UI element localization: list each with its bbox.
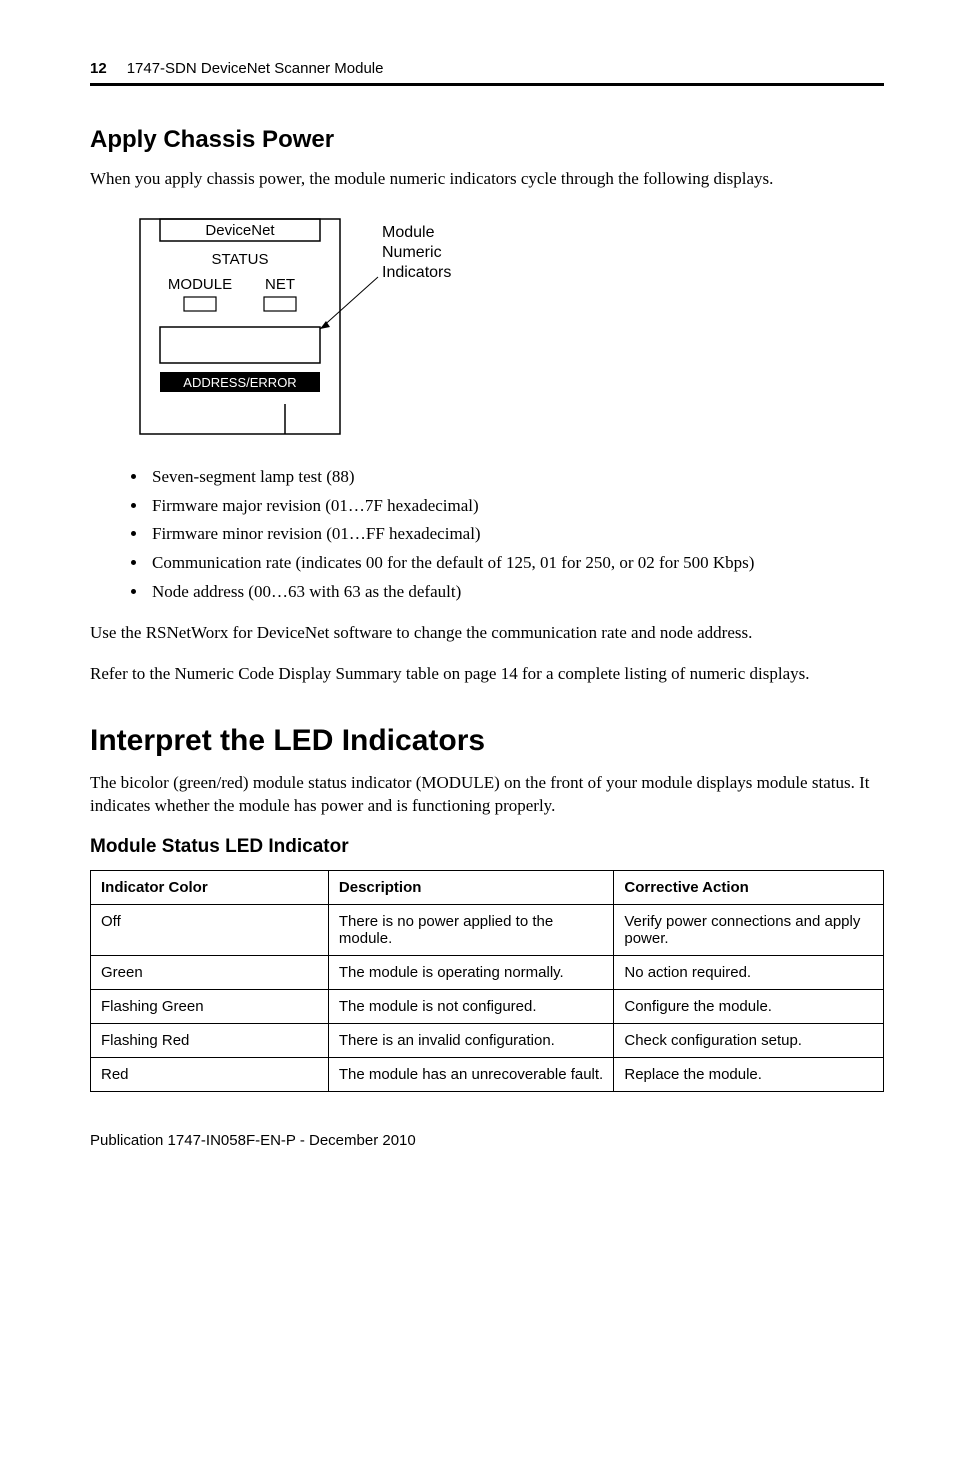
table-row: Green The module is operating normally. …	[91, 955, 884, 989]
page-header: 12 1747-SDN DeviceNet Scanner Module	[90, 60, 884, 77]
diagram-callout-line3: Indicators	[382, 264, 451, 281]
cell-action: Configure the module.	[614, 989, 884, 1023]
list-item: Seven-segment lamp test (88)	[148, 465, 884, 490]
table-heading-module-status: Module Status LED Indicator	[90, 836, 884, 858]
cell-desc: There is an invalid configuration.	[328, 1023, 613, 1057]
cell-color: Off	[91, 904, 329, 955]
cell-color: Green	[91, 955, 329, 989]
col-header-corrective-action: Corrective Action	[614, 870, 884, 904]
table-row: Red The module has an unrecoverable faul…	[91, 1057, 884, 1091]
cell-color: Flashing Red	[91, 1023, 329, 1057]
diagram-status-label: STATUS	[212, 251, 269, 268]
list-item: Communication rate (indicates 00 for the…	[148, 551, 884, 576]
section2-intro: The bicolor (green/red) module status in…	[90, 772, 884, 818]
cell-color: Red	[91, 1057, 329, 1091]
cell-action: Replace the module.	[614, 1057, 884, 1091]
diagram-module-label: MODULE	[168, 276, 232, 293]
section1-intro: When you apply chassis power, the module…	[90, 168, 884, 191]
diagram-devicenet-label: DeviceNet	[205, 222, 275, 239]
list-item: Node address (00…63 with 63 as the defau…	[148, 580, 884, 605]
header-divider	[90, 83, 884, 86]
module-status-table: Indicator Color Description Corrective A…	[90, 870, 884, 1092]
col-header-description: Description	[328, 870, 613, 904]
cell-action: Check configuration setup.	[614, 1023, 884, 1057]
table-row: Off There is no power applied to the mod…	[91, 904, 884, 955]
table-row: Flashing Green The module is not configu…	[91, 989, 884, 1023]
section-heading-interpret-led: Interpret the LED Indicators	[90, 724, 884, 758]
cell-color: Flashing Green	[91, 989, 329, 1023]
table-header-row: Indicator Color Description Corrective A…	[91, 870, 884, 904]
page-number: 12	[90, 60, 107, 77]
list-item: Firmware major revision (01…7F hexadecim…	[148, 494, 884, 519]
diagram-callout-line2: Numeric	[382, 244, 442, 261]
paragraph-rsnetworx: Use the RSNetWorx for DeviceNet software…	[90, 622, 884, 645]
document-title: 1747-SDN DeviceNet Scanner Module	[127, 60, 384, 77]
cell-desc: The module has an unrecoverable fault.	[328, 1057, 613, 1091]
cell-desc: The module is operating normally.	[328, 955, 613, 989]
cell-desc: The module is not configured.	[328, 989, 613, 1023]
cell-desc: There is no power applied to the module.	[328, 904, 613, 955]
cell-action: Verify power connections and apply power…	[614, 904, 884, 955]
module-diagram: DeviceNet STATUS MODULE NET ADDRESS/ERRO…	[120, 209, 884, 449]
diagram-address-error-label: ADDRESS/ERROR	[183, 375, 296, 390]
table-row: Flashing Red There is an invalid configu…	[91, 1023, 884, 1057]
cell-action: No action required.	[614, 955, 884, 989]
diagram-net-label: NET	[265, 276, 295, 293]
paragraph-refer-table: Refer to the Numeric Code Display Summar…	[90, 663, 884, 686]
feature-bullet-list: Seven-segment lamp test (88) Firmware ma…	[90, 465, 884, 604]
publication-footer: Publication 1747-IN058F-EN-P - December …	[90, 1132, 884, 1149]
list-item: Firmware minor revision (01…FF hexadecim…	[148, 522, 884, 547]
diagram-callout-line1: Module	[382, 224, 435, 241]
section-heading-apply-chassis-power: Apply Chassis Power	[90, 126, 884, 154]
col-header-indicator-color: Indicator Color	[91, 870, 329, 904]
